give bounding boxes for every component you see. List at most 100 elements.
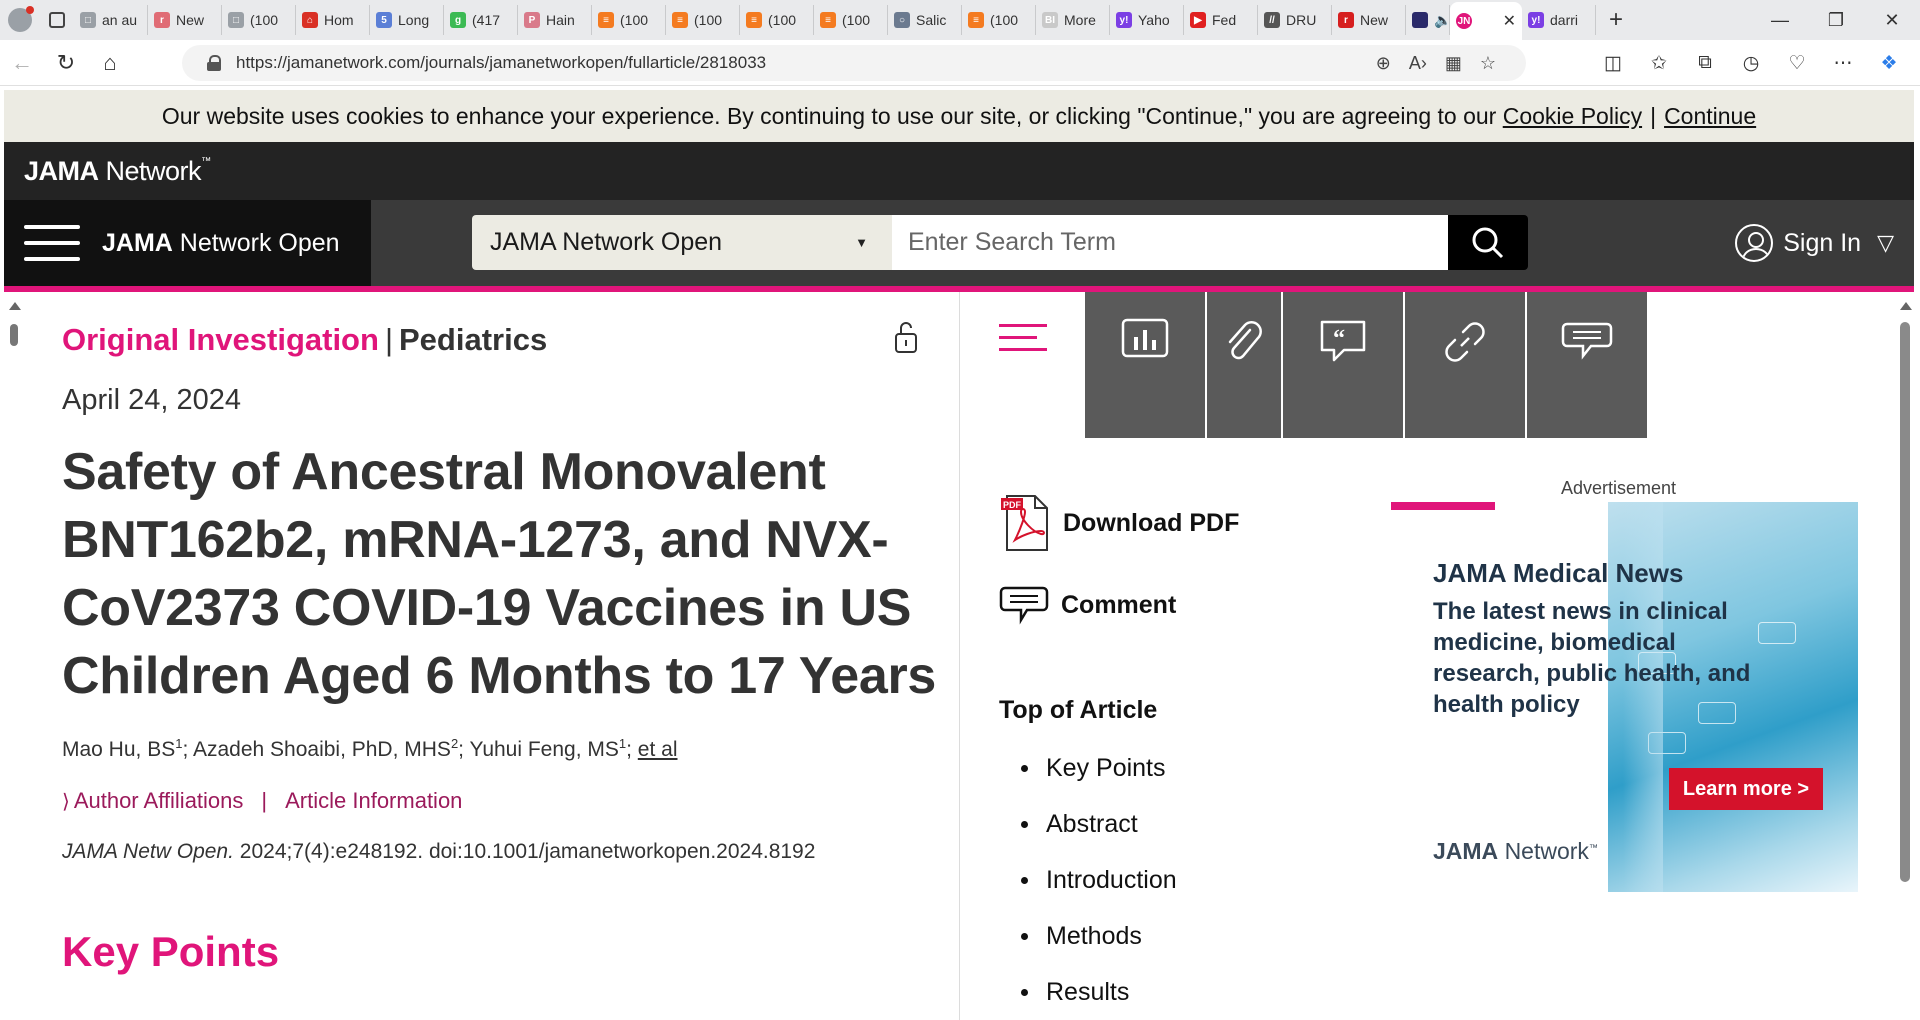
sign-in-button[interactable]: Sign In ▽ — [1735, 200, 1894, 286]
browser-tab[interactable]: BI More — [1036, 5, 1110, 35]
ad-learn-more-button[interactable]: Learn more > — [1669, 768, 1823, 810]
yahoo-icon: y! — [1528, 12, 1544, 28]
favorite-star-icon[interactable]: ☆ — [1480, 53, 1496, 74]
performance-icon[interactable]: ♡ — [1774, 40, 1820, 86]
yahoo-icon: y! — [1116, 12, 1132, 28]
browser-tab[interactable]: //DRU — [1258, 5, 1332, 35]
author-affiliations-link[interactable]: Author Affiliations — [74, 788, 244, 814]
browser-tab[interactable]: g (417 — [444, 5, 518, 35]
toc-heading[interactable]: Top of Article — [999, 696, 1157, 725]
browser-tab[interactable]: ▶ Fed — [1184, 5, 1258, 35]
browser-tab[interactable]: r New — [1332, 5, 1406, 35]
speaker-icon[interactable]: 🔈 — [1434, 12, 1449, 29]
article-section[interactable]: Pediatrics — [399, 322, 547, 357]
toc-item-abstract[interactable]: Abstract — [1021, 796, 1177, 852]
hamburger-menu-icon[interactable] — [24, 225, 80, 261]
browser-tab[interactable]: P Hain — [518, 5, 592, 35]
copilot-icon[interactable]: ❖ — [1866, 40, 1912, 86]
search-icon — [1472, 227, 1504, 258]
article-title: Safety of Ancestral Monovalent BNT162b2,… — [62, 443, 937, 705]
close-tab-icon[interactable]: ✕ — [1503, 11, 1516, 31]
close-window-button[interactable]: ✕ — [1864, 0, 1920, 40]
home-button[interactable]: ⌂ — [88, 40, 132, 86]
favorites-icon[interactable]: ✩ — [1636, 40, 1682, 86]
search-scope-select[interactable]: JAMA Network Open ▼ — [472, 215, 892, 270]
search-button[interactable] — [1448, 215, 1528, 270]
url-bar[interactable]: https://jamanetwork.com/journals/jamanet… — [182, 45, 1526, 81]
split-screen-icon[interactable]: ◫ — [1590, 40, 1636, 86]
reader-view-icon[interactable]: ▦ — [1445, 53, 1462, 74]
lock-icon — [206, 55, 222, 71]
tab-contents[interactable] — [961, 292, 1085, 438]
refresh-button[interactable]: ↻ — [44, 40, 88, 86]
caret-down-icon: ▼ — [855, 235, 868, 250]
pdf-icon: PDF — [1001, 495, 1048, 551]
site-title[interactable]: JAMA Network Open — [102, 229, 340, 258]
tab-figures[interactable] — [1085, 292, 1207, 438]
svg-text:PDF: PDF — [1003, 500, 1022, 510]
browser-tab[interactable]: ≡ (100 — [592, 5, 666, 35]
tab-actions-button[interactable] — [40, 0, 74, 40]
key-points-heading: Key Points — [62, 928, 280, 975]
page-scroll-thumb[interactable] — [1900, 322, 1910, 882]
article-sidebar: “ PDF Download PDF Comment Top of Articl… — [961, 292, 1914, 1020]
chevron-right-icon: ⟩ — [62, 790, 70, 813]
article-type[interactable]: Original Investigation — [62, 322, 379, 357]
substack-icon: ≡ — [598, 12, 614, 28]
zoom-icon[interactable]: ⊕ — [1376, 53, 1391, 74]
search-input[interactable] — [892, 215, 1448, 270]
page-scrollbar[interactable] — [1896, 292, 1914, 1020]
profile-button[interactable] — [0, 0, 40, 40]
article-information-link[interactable]: Article Information — [285, 788, 462, 814]
article-info-links: ⟩ Author Affiliations | Article Informat… — [62, 788, 463, 814]
left-scrollbar[interactable] — [4, 292, 24, 1020]
browser-tab-active[interactable]: JN ✕ — [1450, 2, 1522, 40]
article-kicker: Original Investigation | Pediatrics — [62, 322, 548, 357]
r-icon: r — [1338, 12, 1354, 28]
collections-icon[interactable]: ⧉ — [1682, 40, 1728, 86]
browser-tab[interactable]: ≡ (100 — [962, 5, 1036, 35]
browser-tab[interactable]: □ an au — [74, 5, 148, 35]
tab-supplements[interactable] — [1207, 292, 1283, 438]
cookie-policy-link[interactable]: Cookie Policy — [1503, 103, 1642, 130]
minimize-button[interactable]: — — [1752, 0, 1808, 40]
browser-tab-bar: □ an au r New □ (100 ⌂ Hom 5 Long g (417 P Hain ≡ (100 ≡… — [0, 0, 1920, 40]
url-text[interactable]: https://jamanetwork.com/journals/jamanet… — [236, 53, 766, 73]
et-al-link[interactable]: et al — [638, 738, 678, 761]
new-tab-button[interactable]: + — [1596, 0, 1636, 40]
scroll-up-arrow-icon[interactable] — [9, 302, 21, 310]
browser-tab[interactable]: ○ Salic — [888, 5, 962, 35]
publication-date: April 24, 2024 — [62, 384, 241, 416]
download-pdf-button[interactable]: PDF Download PDF — [999, 494, 1239, 552]
tab-comments[interactable] — [1527, 292, 1649, 438]
browser-tab[interactable]: ≡ (100 — [666, 5, 740, 35]
cookie-continue-link[interactable]: Continue — [1664, 103, 1756, 130]
toc-item-methods[interactable]: Methods — [1021, 908, 1177, 964]
substack-icon: ≡ — [672, 12, 688, 28]
more-menu-icon[interactable]: ⋯ — [1820, 40, 1866, 86]
browser-tab[interactable]: ⌂ Hom — [296, 5, 370, 35]
toc-item-results[interactable]: Results — [1021, 964, 1177, 1020]
browser-tab[interactable]: y! Yaho — [1110, 5, 1184, 35]
advertisement-label: Advertisement — [1561, 478, 1677, 498]
toc-item-key-points[interactable]: Key Points — [1021, 740, 1177, 796]
browser-tab[interactable]: 5 Long — [370, 5, 444, 35]
browser-tab[interactable]: ≡ (100 — [814, 5, 888, 35]
restore-button[interactable]: ❐ — [1808, 0, 1864, 40]
history-icon[interactable]: ◷ — [1728, 40, 1774, 86]
comment-button[interactable]: Comment — [999, 584, 1176, 626]
scroll-thumb[interactable] — [10, 324, 18, 346]
jama-network-logo[interactable]: JAMA Network™ — [24, 156, 211, 187]
back-button[interactable]: ← — [0, 40, 44, 86]
browser-tab[interactable]: ≡ (100 — [740, 5, 814, 35]
scroll-up-arrow-icon[interactable] — [1900, 302, 1912, 310]
browser-tab[interactable]: □ (100 — [222, 5, 296, 35]
tab-cite[interactable]: “ — [1283, 292, 1405, 438]
browser-tab[interactable]: y! darri — [1522, 5, 1596, 35]
toc-item-introduction[interactable]: Introduction — [1021, 852, 1177, 908]
browser-tab-audio[interactable]: 🔈 — [1406, 5, 1450, 35]
browser-tab[interactable]: r New — [148, 5, 222, 35]
tab-related[interactable] — [1405, 292, 1527, 438]
read-aloud-icon[interactable]: A› — [1409, 53, 1427, 74]
advertisement-banner[interactable]: JAMA Medical News The latest news in cli… — [1393, 502, 1858, 892]
